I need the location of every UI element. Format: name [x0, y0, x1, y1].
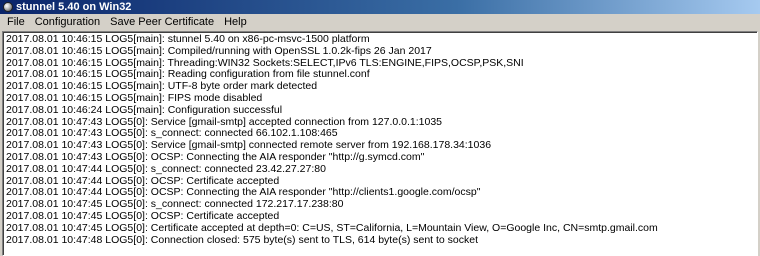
log-line: 2017.08.01 10:47:45 LOG5[0]: Certificate…: [6, 221, 658, 234]
log-line: 2017.08.01 10:46:15 LOG5[main]: Compiled…: [6, 44, 432, 57]
title-bar[interactable]: stunnel 5.40 on Win32: [0, 0, 760, 14]
log-line: 2017.08.01 10:46:15 LOG5[main]: FIPS mod…: [6, 91, 263, 104]
stunnel-app-icon[interactable]: [3, 2, 13, 12]
log-lines: 2017.08.01 10:46:15 LOG5[main]: stunnel …: [3, 32, 757, 255]
log-line: 2017.08.01 10:47:45 LOG5[0]: OCSP: Certi…: [6, 209, 280, 222]
window-title: stunnel 5.40 on Win32: [16, 1, 132, 13]
log-line: 2017.08.01 10:47:44 LOG5[0]: s_connect: …: [6, 162, 326, 175]
log-output[interactable]: 2017.08.01 10:46:15 LOG5[main]: stunnel …: [2, 31, 758, 256]
menu-file[interactable]: File: [2, 14, 30, 30]
log-line: 2017.08.01 10:47:48 LOG5[0]: Connection …: [6, 233, 479, 246]
log-line: 2017.08.01 10:47:43 LOG5[0]: OCSP: Conne…: [6, 150, 425, 163]
menu-help[interactable]: Help: [219, 14, 252, 30]
log-line: 2017.08.01 10:46:24 LOG5[main]: Configur…: [6, 103, 283, 116]
stunnel-window: stunnel 5.40 on Win32 File Configuration…: [0, 0, 760, 256]
menu-save-peer-certificate[interactable]: Save Peer Certificate: [105, 14, 219, 30]
menu-configuration[interactable]: Configuration: [30, 14, 105, 30]
menu-bar: File Configuration Save Peer Certificate…: [0, 14, 760, 30]
